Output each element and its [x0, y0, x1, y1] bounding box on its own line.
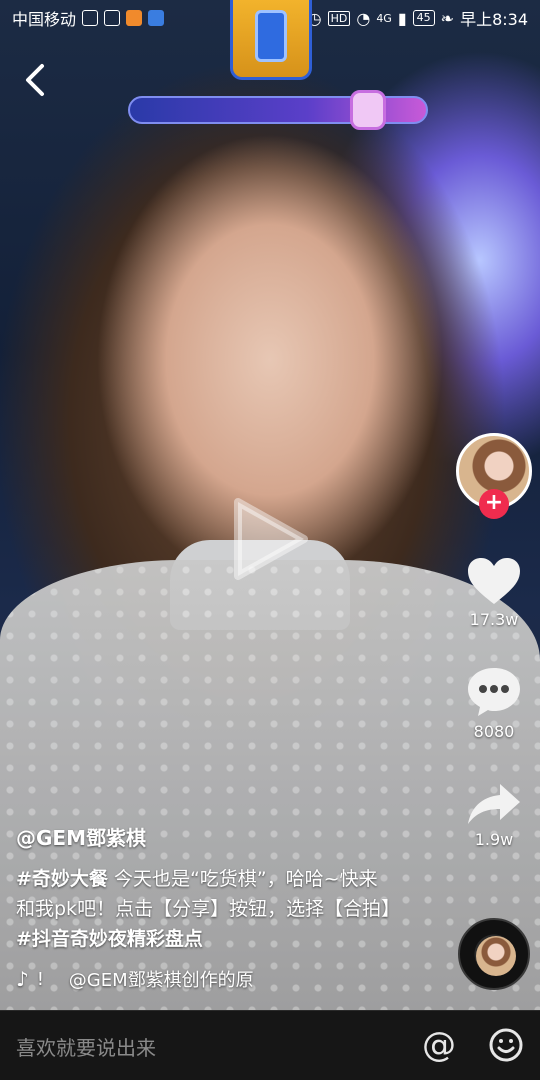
music-info[interactable]: ♪ ! @GEM鄧紫棋创作的原: [16, 966, 254, 992]
message-notification-icon: [148, 10, 165, 26]
wifi-icon: ◔: [356, 8, 371, 28]
share-count: 1.9w: [474, 830, 514, 849]
comment-input[interactable]: 喜欢就要说出来: [16, 1032, 156, 1061]
music-title: @GEM鄧紫棋创作的原: [68, 970, 254, 991]
signal-icon: ▮: [397, 8, 407, 28]
network-type: 4G: [376, 11, 392, 25]
comment-bar: 喜欢就要说出来 @: [0, 1010, 540, 1080]
music-disc-avatar: [476, 936, 516, 976]
like-count: 17.3w: [469, 610, 519, 629]
share-button[interactable]: 1.9w: [462, 782, 526, 849]
music-disc[interactable]: [458, 918, 530, 990]
hashtag-link[interactable]: #抖音奇妙夜精彩盘点: [16, 928, 203, 950]
user-icon: [104, 10, 121, 26]
video-sticker-badge: [230, 0, 312, 80]
like-button[interactable]: 17.3w: [462, 556, 526, 629]
follow-plus-button[interactable]: +: [479, 489, 509, 519]
battery-level: 45: [412, 10, 435, 26]
hd-icon: HD: [327, 10, 351, 26]
music-marquee-separator: !: [36, 968, 44, 990]
comment-count: 8080: [473, 722, 515, 741]
mention-button[interactable]: @: [422, 1025, 456, 1065]
emoji-smile-icon[interactable]: [488, 1027, 524, 1063]
hashtag-link[interactable]: #奇妙大餐: [16, 868, 108, 890]
heart-icon: [468, 558, 520, 604]
share-arrow-icon: [468, 784, 520, 824]
comment-button[interactable]: 8080: [462, 666, 526, 741]
video-effect-thumb: [350, 90, 386, 130]
leaf-icon: ❧: [440, 8, 455, 28]
play-icon[interactable]: [228, 494, 312, 584]
carrier-name: 中国移动: [12, 10, 77, 29]
app-notification-icon: [126, 10, 143, 26]
notification-icon: [82, 10, 99, 26]
video-description: #奇妙大餐 今天也是“吃货棋”，哈哈~快来和我pk吧！点击【分享】按钮，选择【合…: [16, 864, 400, 954]
back-chevron-icon[interactable]: [20, 62, 50, 98]
author-name[interactable]: @GEM鄧紫棋: [16, 822, 146, 851]
comment-bubble-icon: [468, 668, 520, 716]
clock-time: 早上8:34: [460, 10, 528, 29]
tiktok-note-icon: ♪: [16, 967, 29, 991]
